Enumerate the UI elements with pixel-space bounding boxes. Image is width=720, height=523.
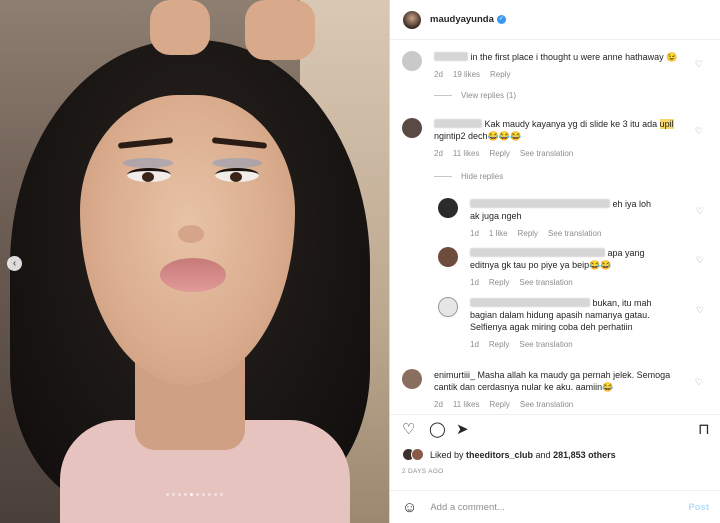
comment-likes[interactable]: 1 like [489,228,508,240]
comments-list[interactable]: in the first place i thought u were anne… [390,41,720,413]
comments-panel: maudyayunda ✓ in the first place i thoug… [389,0,720,523]
left-eye [127,168,171,182]
likes-summary: Liked by theeditors_club and 281,853 oth… [402,448,616,461]
like-comment-heart-icon[interactable]: ♡ [695,377,703,388]
liker-avatar [411,448,424,461]
commenter-avatar[interactable] [402,51,422,71]
commenter-avatar[interactable] [402,369,422,389]
commenter-username[interactable]: enimurtiii_ [434,370,475,380]
commenter-avatar[interactable] [438,198,458,218]
liker-username[interactable]: theeditors_club [466,450,533,460]
post-photo[interactable]: ‹ [0,0,389,523]
comment-icon[interactable]: ◯ [429,422,446,437]
hand-left [150,0,210,55]
see-translation-link[interactable]: See translation [519,277,572,289]
carousel-dot [190,493,193,496]
heart-icon[interactable]: ♡ [402,422,415,437]
comment-age: 2d [434,70,443,79]
carousel-prev-icon[interactable]: ‹ [7,256,22,271]
blurred-username [470,298,590,307]
carousel-dot [172,493,175,496]
comment-likes[interactable]: 11 likes [453,399,480,411]
carousel-dot [196,493,199,496]
carousel-dots [0,493,389,496]
blurred-username [434,52,468,61]
carousel-dot [166,493,169,496]
carousel-dot [184,493,187,496]
add-comment-bar: ☺ Add a comment... Post [390,490,720,523]
comment-age: 2d [434,400,443,409]
comment-age: 1d [470,278,479,287]
right-eye [215,168,259,182]
action-bar: ♡ ◯ ➤ ⊓ [390,414,720,444]
see-translation-link[interactable]: See translation [548,228,601,240]
like-comment-heart-icon[interactable]: ♡ [695,59,703,70]
see-translation-link[interactable]: See translation [520,148,573,160]
comment: enimurtiii_ Masha allah ka maudy ga pern… [402,369,707,411]
verified-badge-icon: ✓ [496,15,506,24]
like-comment-heart-icon[interactable]: ♡ [696,255,704,266]
post-button[interactable]: Post [688,502,709,513]
comment-likes[interactable]: 19 likes [453,69,480,81]
reply-comment: bukan, itu mah bagian dalam hidung apasi… [438,297,708,351]
carousel-dot [220,493,223,496]
reply-comment: eh iya loh ak juga ngeh 1d 1 like Reply … [438,198,708,240]
post-header: maudyayunda ✓ [390,0,720,40]
likes-count[interactable]: 281,853 others [553,450,616,460]
reply-button[interactable]: Reply [518,228,538,240]
emoji-icon[interactable]: ☺ [402,499,417,516]
author-username[interactable]: maudyayunda [430,14,494,25]
instagram-post-modal: ‹ maudyayunda ✓ in the first place i tho… [0,0,720,523]
like-comment-heart-icon[interactable]: ♡ [695,126,703,137]
commenter-avatar[interactable] [402,118,422,138]
comment-text: in the first place i thought u were anne… [470,52,678,62]
like-comment-heart-icon[interactable]: ♡ [696,206,704,217]
post-timestamp: 2 DAYS AGO [402,468,444,475]
save-icon[interactable]: ⊓ [698,422,710,437]
comment-age: 1d [470,229,479,238]
view-replies-button[interactable]: View replies (1) [434,91,516,100]
hide-replies-button[interactable]: Hide replies [434,172,503,181]
nose [178,225,204,243]
blurred-username [470,248,605,257]
blurred-username [470,199,610,208]
share-icon[interactable]: ➤ [456,422,469,437]
see-translation-link[interactable]: See translation [520,399,573,411]
comment-age: 1d [470,340,479,349]
reply-button[interactable]: Reply [489,277,509,289]
carousel-dot [208,493,211,496]
carousel-dot [214,493,217,496]
blurred-username [434,119,482,128]
comment: in the first place i thought u were anne… [402,51,707,81]
reply-button[interactable]: Reply [490,69,510,81]
comment-input[interactable]: Add a comment... [430,502,688,513]
like-comment-heart-icon[interactable]: ♡ [696,305,704,316]
lips [160,258,226,292]
reply-button[interactable]: Reply [489,339,509,351]
comment-likes[interactable]: 11 likes [453,148,480,160]
carousel-dot [178,493,181,496]
comment-age: 2d [434,149,443,158]
eyeshadow-right [212,158,262,168]
hand-right [245,0,315,60]
reply-button[interactable]: Reply [489,148,509,160]
carousel-dot [202,493,205,496]
eyeshadow-left [123,158,173,168]
commenter-avatar[interactable] [438,247,458,267]
comment: Kak maudy kayanya yg di slide ke 3 itu a… [402,118,707,160]
author-avatar[interactable] [403,10,421,29]
commenter-avatar[interactable] [438,297,458,317]
see-translation-link[interactable]: See translation [519,339,572,351]
reply-comment: apa yang editnya gk tau po piye ya beip😂… [438,247,708,289]
reply-button[interactable]: Reply [489,399,509,411]
